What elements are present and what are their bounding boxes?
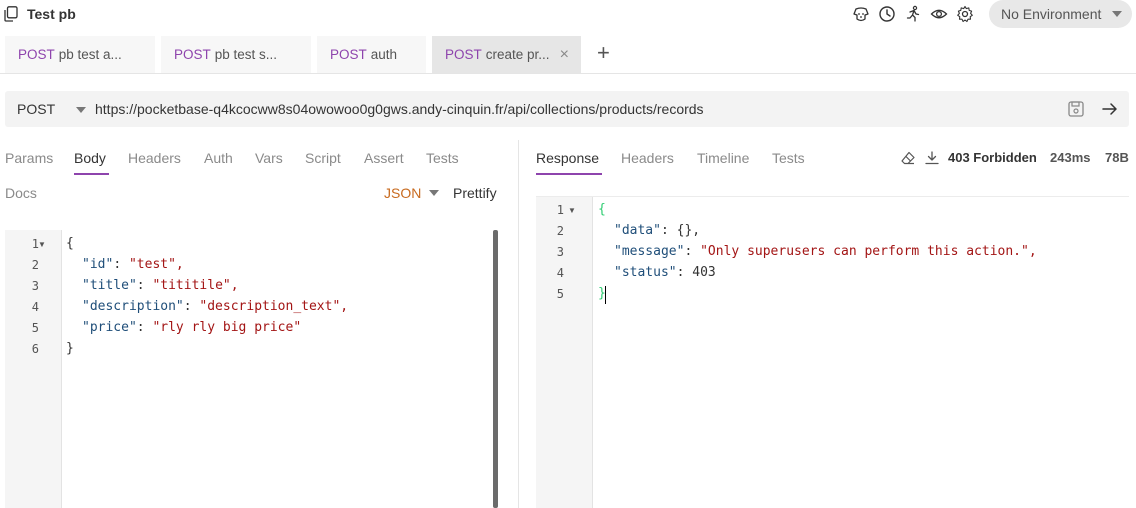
tab-body[interactable]: Body <box>74 150 106 166</box>
request-tab[interactable]: POST auth <box>317 36 426 73</box>
tab-label: create pr... <box>485 47 550 62</box>
tab-vars[interactable]: Vars <box>255 150 283 166</box>
line-number: 2 <box>31 258 39 272</box>
editor-scrollbar[interactable] <box>493 230 498 508</box>
code-line: "data": {}, <box>614 223 701 238</box>
tab-params[interactable]: Params <box>5 150 53 166</box>
response-time: 243ms <box>1050 150 1091 165</box>
body-mode-selector[interactable]: JSON <box>384 185 421 201</box>
tab-label: auth <box>370 47 398 62</box>
chevron-down-icon[interactable] <box>429 190 439 196</box>
fold-icon[interactable]: ▼ <box>568 206 576 215</box>
method-selector[interactable]: POST <box>17 101 55 117</box>
runner-icon[interactable] <box>904 5 922 23</box>
close-icon[interactable]: × <box>560 46 569 64</box>
json-value: "rly rly big price" <box>152 320 302 335</box>
tab-method: POST <box>445 47 482 62</box>
pane-divider[interactable] <box>518 140 519 508</box>
save-icon[interactable] <box>1067 100 1085 118</box>
environment-label: No Environment <box>1001 6 1102 22</box>
tab-method: POST <box>174 47 211 62</box>
tab-assert[interactable]: Assert <box>364 150 404 166</box>
bruno-dog-icon[interactable] <box>852 5 870 23</box>
json-key: "title" <box>82 278 137 293</box>
tab-response-tests[interactable]: Tests <box>772 150 805 166</box>
line-number: 4 <box>556 266 564 280</box>
collection-title: Test pb <box>27 6 76 22</box>
request-tab-active[interactable]: POST create pr... × <box>432 36 581 73</box>
json-value: "tititile", <box>152 278 239 293</box>
line-number: 5 <box>31 321 39 335</box>
tab-response-headers[interactable]: Headers <box>621 150 674 166</box>
line-number: 2 <box>556 224 564 238</box>
line-number: 3 <box>556 245 564 259</box>
url-input[interactable]: https://pocketbase-q4kcocww8s04owowoo0g0… <box>95 101 704 117</box>
json-key: "message" <box>614 244 685 259</box>
json-key: "description" <box>82 299 184 314</box>
tab-label: pb test s... <box>214 47 278 62</box>
prettify-button[interactable]: Prettify <box>453 185 497 201</box>
json-value: "description_text", <box>199 299 349 314</box>
tab-script[interactable]: Script <box>305 150 341 166</box>
history-icon[interactable] <box>878 5 896 23</box>
tab-method: POST <box>330 47 367 62</box>
code-line: "description": "description_text", <box>82 299 349 314</box>
response-body-viewer[interactable]: 1 ▼ 2 3 4 5 { "data": {}, "message": "On… <box>536 196 1129 508</box>
download-icon[interactable] <box>924 150 940 166</box>
line-number: 3 <box>31 279 39 293</box>
response-size: 78B <box>1105 150 1129 165</box>
code-line: "message": "Only superusers can perform … <box>614 244 1037 259</box>
url-bar: POST https://pocketbase-q4kcocww8s04owow… <box>5 91 1129 127</box>
tab-timeline[interactable]: Timeline <box>697 150 749 166</box>
line-number: 5 <box>556 287 564 301</box>
chevron-down-icon[interactable] <box>76 107 86 113</box>
send-arrow-icon[interactable] <box>1101 100 1119 118</box>
code-brace: } <box>66 341 74 356</box>
json-key: "id" <box>82 257 114 272</box>
code-brace: { <box>66 236 74 251</box>
status-badge: 403 Forbidden <box>948 150 1037 165</box>
environment-selector[interactable]: No Environment <box>989 0 1132 28</box>
json-value: 403 <box>692 265 716 280</box>
eraser-icon[interactable] <box>900 150 916 166</box>
request-tab[interactable]: POST pb test a... <box>5 36 155 73</box>
code-line: "id": "test", <box>82 257 184 272</box>
active-tab-underline <box>74 173 109 175</box>
line-number: 1 <box>556 203 564 217</box>
collection-copy-icon <box>4 6 18 22</box>
json-key: "status" <box>614 265 677 280</box>
request-tab-bar: POST pb test a... POST pb test s... POST… <box>0 36 1136 74</box>
line-gutter <box>536 197 593 508</box>
code-brace: { <box>598 202 606 217</box>
tab-headers[interactable]: Headers <box>128 150 181 166</box>
add-tab-button[interactable]: + <box>597 42 610 64</box>
tab-auth[interactable]: Auth <box>204 150 233 166</box>
request-body-editor[interactable]: 1 ▼ 2 3 4 5 6 { "id": "test", "title": "… <box>5 230 498 508</box>
json-key: "price" <box>82 320 137 335</box>
tab-docs[interactable]: Docs <box>5 185 37 201</box>
line-number: 6 <box>31 342 39 356</box>
top-toolbar <box>852 5 974 23</box>
code-line: "price": "rly rly big price" <box>82 320 302 335</box>
json-value: "Only superusers can perform this action… <box>700 244 1037 259</box>
tab-tests[interactable]: Tests <box>426 150 459 166</box>
title-bar: Test pb No Environment <box>0 0 1136 30</box>
code-line: "title": "tititile", <box>82 278 239 293</box>
tab-response[interactable]: Response <box>536 150 599 166</box>
text-cursor <box>605 286 606 304</box>
line-number: 4 <box>31 300 39 314</box>
gear-icon[interactable] <box>956 5 974 23</box>
tab-label: pb test a... <box>58 47 122 62</box>
json-value: {}, <box>676 223 701 238</box>
active-tab-underline <box>536 173 602 175</box>
line-number: 1 <box>31 237 39 251</box>
chevron-down-icon <box>1112 11 1122 17</box>
fold-icon[interactable]: ▼ <box>38 240 46 249</box>
tab-method: POST <box>18 47 55 62</box>
code-line: "status": 403 <box>614 265 716 280</box>
json-key: "data" <box>614 223 661 238</box>
request-tab[interactable]: POST pb test s... <box>161 36 311 73</box>
eye-icon[interactable] <box>930 5 948 23</box>
json-value: "test", <box>128 257 184 272</box>
